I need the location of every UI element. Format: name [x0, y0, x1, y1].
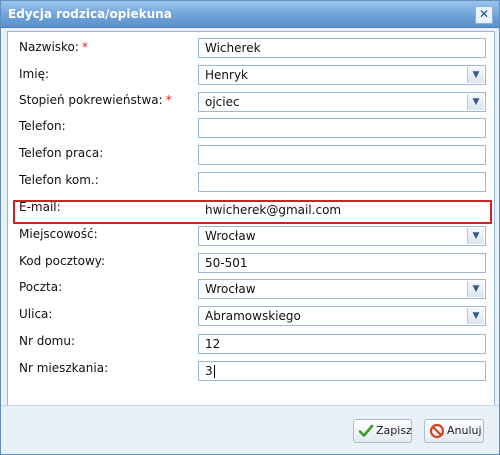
nr-mieszkania-label: Nr mieszkania: [19, 361, 109, 375]
required-marker: * [165, 93, 172, 107]
miejscowosc-select[interactable]: Wrocław ▼ [198, 226, 486, 246]
telefon-kom-label: Telefon kom.: [19, 173, 99, 187]
chevron-down-icon[interactable]: ▼ [467, 281, 484, 297]
imie-select[interactable]: Henryk ▼ [198, 65, 486, 85]
ulica-select[interactable]: Abramowskiego ▼ [198, 306, 486, 326]
dialog-title: Edycja rodzica/opiekuna [8, 7, 172, 21]
edit-parent-dialog: Edycja rodzica/opiekuna ✕ Nazwisko: * Wic… [0, 0, 500, 455]
telefon-praca-label: Telefon praca: [19, 146, 104, 160]
ulica-label: Ulica: [19, 307, 53, 321]
email-highlight-box [13, 200, 492, 224]
stopien-label: Stopień pokrewieństwa: * [19, 93, 172, 107]
miejscowosc-label: Miejscowość: [19, 227, 98, 241]
poczta-value: Wrocław [205, 282, 256, 296]
chevron-down-icon[interactable]: ▼ [467, 228, 484, 244]
cancel-icon [429, 423, 445, 439]
dialog-footer: Zapisz Anuluj [1, 405, 499, 455]
cancel-button[interactable]: Anuluj [424, 419, 484, 443]
checkmark-icon [358, 424, 374, 437]
save-button[interactable]: Zapisz [353, 419, 412, 443]
cancel-label: Anuluj [447, 424, 482, 437]
form-panel: Nazwisko: * Wicherek Imię: Henryk ▼ Stopie… [7, 31, 495, 406]
poczta-label: Poczta: [19, 280, 63, 294]
nr-domu-label: Nr domu: [19, 334, 76, 348]
telefon-label: Telefon: [19, 119, 66, 133]
kod-label: Kod pocztowy: [19, 254, 106, 268]
imie-label: Imię: [19, 67, 49, 81]
telefon-kom-input[interactable] [198, 172, 486, 192]
stopien-select[interactable]: ojciec ▼ [198, 92, 486, 112]
chevron-down-icon[interactable]: ▼ [467, 308, 484, 324]
nazwisko-input[interactable]: Wicherek [198, 38, 486, 58]
nr-mieszkania-value: 3 [205, 364, 213, 378]
close-icon[interactable]: ✕ [475, 6, 493, 24]
title-bar[interactable]: Edycja rodzica/opiekuna ✕ [1, 1, 499, 28]
save-label: Zapisz [376, 424, 412, 437]
telefon-praca-input[interactable] [198, 145, 486, 165]
text-caret [213, 365, 215, 378]
chevron-down-icon[interactable]: ▼ [467, 67, 484, 83]
stopien-value: ojciec [205, 95, 240, 109]
kod-input[interactable]: 50-501 [198, 253, 486, 273]
chevron-down-icon[interactable]: ▼ [467, 94, 484, 110]
imie-value: Henryk [205, 68, 248, 82]
poczta-select[interactable]: Wrocław ▼ [198, 279, 486, 299]
required-marker: * [81, 40, 88, 54]
nr-domu-input[interactable]: 12 [198, 334, 486, 354]
miejscowosc-value: Wrocław [205, 229, 256, 243]
ulica-value: Abramowskiego [205, 309, 301, 323]
nr-mieszkania-input[interactable]: 3 [198, 361, 486, 381]
telefon-input[interactable] [198, 118, 486, 138]
nazwisko-label: Nazwisko: * [19, 40, 88, 54]
